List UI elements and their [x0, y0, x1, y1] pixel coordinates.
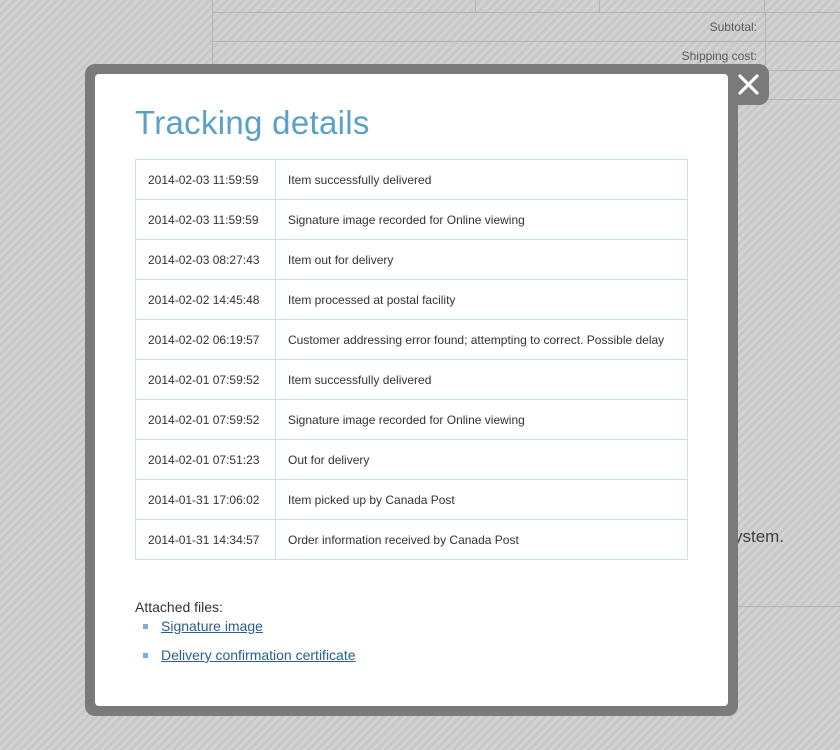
- tracking-event: Item successfully delivered: [275, 359, 688, 400]
- tracking-event: Item processed at postal facility: [275, 279, 688, 320]
- tracking-table-body: 2014-02-03 11:59:59 Item successfully del…: [135, 159, 688, 560]
- shipping-cost-value: [765, 41, 840, 71]
- tracking-date: 2014-01-31 14:34:57: [135, 519, 276, 560]
- tracking-date: 2014-02-03 08:27:43: [135, 239, 276, 280]
- table-row: 2014-02-01 07:51:23 Out for delivery: [135, 439, 688, 480]
- tracking-event: Item out for delivery: [275, 239, 688, 280]
- signature-image-link[interactable]: Signature image: [161, 618, 263, 634]
- tracking-date: 2014-02-03 11:59:59: [135, 199, 276, 240]
- tracking-modal: Tracking details 2014-02-03 11:59:59 Item…: [95, 74, 728, 706]
- total-value: [765, 70, 840, 100]
- tracking-event: Item picked up by Canada Post: [275, 479, 688, 520]
- close-button[interactable]: [728, 64, 769, 105]
- table-row: 2014-02-03 08:27:43 Item out for delivery: [135, 239, 688, 280]
- table-row: 2014-01-31 14:34:57 Order information rec…: [135, 519, 688, 560]
- table-row: 2014-02-01 07:59:52 Signature image recor…: [135, 399, 688, 440]
- subtotal-value: [765, 12, 840, 42]
- background-rule: [734, 606, 840, 607]
- modal-title: Tracking details: [135, 104, 370, 141]
- close-icon: [738, 74, 759, 95]
- tracking-date: 2014-02-01 07:51:23: [135, 439, 276, 480]
- tracking-event: Signature image recorded for Online view…: [275, 399, 688, 440]
- tracking-event: Order information received by Canada Pos…: [275, 519, 688, 560]
- tracking-event: Out for delivery: [275, 439, 688, 480]
- delivery-confirmation-link[interactable]: Delivery confirmation certificate: [161, 647, 356, 663]
- attached-files-list: Signature image Delivery confirmation ce…: [143, 618, 356, 676]
- list-item: Signature image: [143, 618, 356, 647]
- tracking-date: 2014-02-01 07:59:52: [135, 359, 276, 400]
- summary-row-subtotal: Subtotal:: [212, 12, 840, 42]
- table-row: 2014-02-02 06:19:57 Customer addressing e…: [135, 319, 688, 360]
- tracking-table: 2014-02-03 11:59:59 Item successfully del…: [135, 159, 688, 560]
- table-row: 2014-01-31 17:06:02 Item picked up by Can…: [135, 479, 688, 520]
- tracking-date: 2014-02-03 11:59:59: [135, 159, 276, 200]
- list-item: Delivery confirmation certificate: [143, 647, 356, 676]
- tracking-date: 2014-01-31 17:06:02: [135, 479, 276, 520]
- tracking-event: Signature image recorded for Online view…: [275, 199, 688, 240]
- tracking-date: 2014-02-01 07:59:52: [135, 399, 276, 440]
- bullet-icon: [143, 653, 148, 658]
- tracking-event: Customer addressing error found; attempt…: [275, 319, 688, 360]
- background-text: ystem.: [734, 527, 785, 546]
- background-table-top: [212, 0, 840, 12]
- bullet-icon: [143, 624, 148, 629]
- table-row: 2014-02-01 07:59:52 Item successfully del…: [135, 359, 688, 400]
- attached-files-label: Attached files:: [135, 599, 223, 615]
- tracking-date: 2014-02-02 14:45:48: [135, 279, 276, 320]
- table-row: 2014-02-02 14:45:48 Item processed at pos…: [135, 279, 688, 320]
- tracking-event: Item successfully delivered: [275, 159, 688, 200]
- tracking-date: 2014-02-02 06:19:57: [135, 319, 276, 360]
- table-row: 2014-02-03 11:59:59 Signature image recor…: [135, 199, 688, 240]
- subtotal-label: Subtotal:: [212, 12, 766, 42]
- table-row: 2014-02-03 11:59:59 Item successfully del…: [135, 159, 688, 200]
